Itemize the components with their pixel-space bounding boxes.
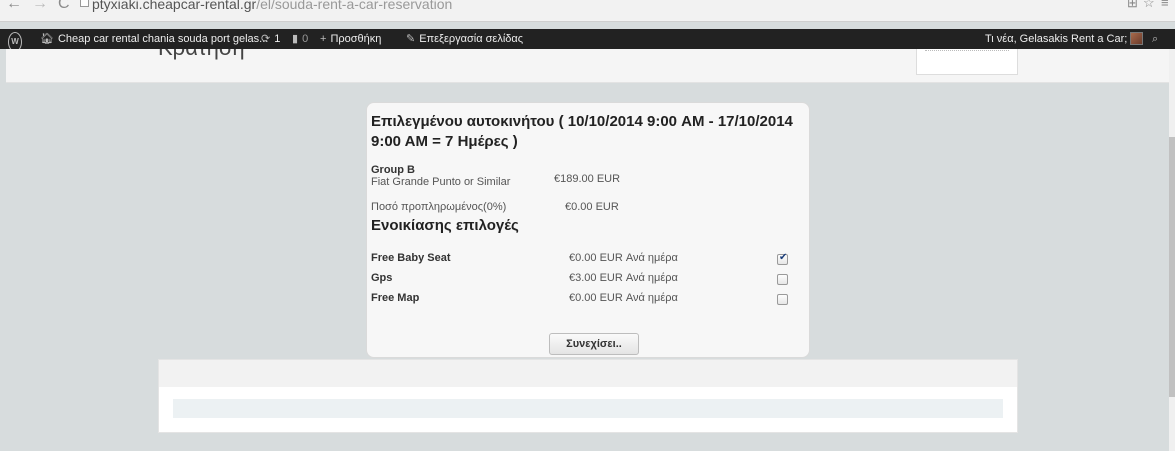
comments-count: 0 — [302, 33, 309, 45]
bookmark-star-icon[interactable]: ☆ — [1143, 0, 1155, 11]
continue-button[interactable]: Συνεχίσει.. — [549, 333, 639, 355]
footer-strip — [159, 360, 1017, 387]
back-icon[interactable]: ← — [6, 0, 22, 14]
option-name: Free Map — [371, 292, 420, 304]
updates-count: 1 — [274, 33, 281, 45]
comments-link[interactable]: ▮ 0 — [292, 29, 308, 49]
header-box — [916, 49, 1018, 75]
site-name-label: Cheap car rental chania souda port gelas… — [57, 33, 269, 45]
free-map-checkbox[interactable] — [777, 294, 788, 305]
account-menu[interactable]: Τι νέα, Gelasakis Rent a Car; — [985, 29, 1144, 49]
options-title: Ενοικίασης επιλογές — [371, 217, 519, 234]
comment-icon: ▮ — [292, 33, 299, 45]
new-content-link[interactable]: + Προσθήκη — [320, 29, 381, 49]
prepaid-label: Ποσό προπληρωμένος(0%) — [371, 201, 507, 213]
url-path: /el/souda-rent-a-car-reservation — [256, 0, 453, 12]
url-host: ptyxiaki.cheapcar-rental.gr — [92, 0, 257, 12]
reload-icon[interactable]: C — [58, 0, 70, 14]
updates-link[interactable]: ⟳ 1 — [261, 29, 280, 49]
baby-seat-checkbox[interactable] — [777, 252, 788, 265]
option-price: €0.00 EUR Ανά ημέρα — [569, 252, 678, 264]
edit-label: Επεξεργασία σελίδας — [419, 33, 524, 45]
page-icon — [80, 0, 89, 7]
option-price: €3.00 EUR Ανά ημέρα — [569, 272, 678, 284]
translate-icon[interactable]: ⊞ — [1127, 0, 1138, 11]
option-name: Free Baby Seat — [371, 252, 451, 264]
car-info: Group B Fiat Grande Punto or Similar — [371, 164, 510, 188]
reservation-card: Επιλεγμένου αυτοκινήτου ( 10/10/2014 9:0… — [366, 102, 810, 358]
prepaid-amount: €0.00 EUR — [565, 201, 619, 213]
page-title: Κράτηση — [158, 49, 245, 61]
browser-toolbar: ← → C ptyxiaki.cheapcar-rental.gr/el/sou… — [0, 0, 1175, 22]
dashboard-icon: 🏠︎ — [40, 33, 54, 45]
search-icon[interactable]: ⌕ — [1152, 29, 1158, 49]
wp-admin-bar: W 🏠︎ Cheap car rental chania souda port g… — [0, 29, 1175, 52]
selected-car-title: Επιλεγμένου αυτοκινήτου ( 10/10/2014 9:0… — [371, 113, 793, 150]
page-header: Κράτηση — [6, 49, 1169, 83]
new-label: Προσθήκη — [330, 33, 382, 45]
forward-icon[interactable]: → — [32, 0, 48, 14]
site-name-link[interactable]: 🏠︎ Cheap car rental chania souda port gel… — [40, 29, 268, 49]
option-name: Gps — [371, 272, 393, 284]
scrollbar-thumb[interactable] — [1169, 137, 1175, 397]
car-model: Fiat Grande Punto or Similar — [371, 176, 511, 188]
address-bar[interactable]: ptyxiaki.cheapcar-rental.gr/el/souda-ren… — [92, 0, 452, 14]
car-price: €189.00 EUR — [554, 173, 621, 185]
footer-panel — [158, 359, 1018, 433]
pencil-icon: ✎ — [406, 33, 416, 45]
scrollbar[interactable] — [1169, 49, 1175, 451]
option-price: €0.00 EUR Ανά ημέρα — [569, 292, 678, 304]
edit-page-link[interactable]: ✎ Επεξεργασία σελίδας — [406, 29, 523, 49]
group-name: Group B — [371, 164, 415, 176]
gps-checkbox[interactable] — [777, 274, 788, 285]
footer-bar — [173, 399, 1003, 418]
menu-icon[interactable]: ≡ — [1161, 0, 1169, 10]
avatar — [1130, 32, 1144, 45]
updates-icon: ⟳ — [261, 33, 271, 45]
greeting-label: Τι νέα, Gelasakis Rent a Car; — [985, 33, 1128, 45]
plus-icon: + — [320, 33, 327, 45]
